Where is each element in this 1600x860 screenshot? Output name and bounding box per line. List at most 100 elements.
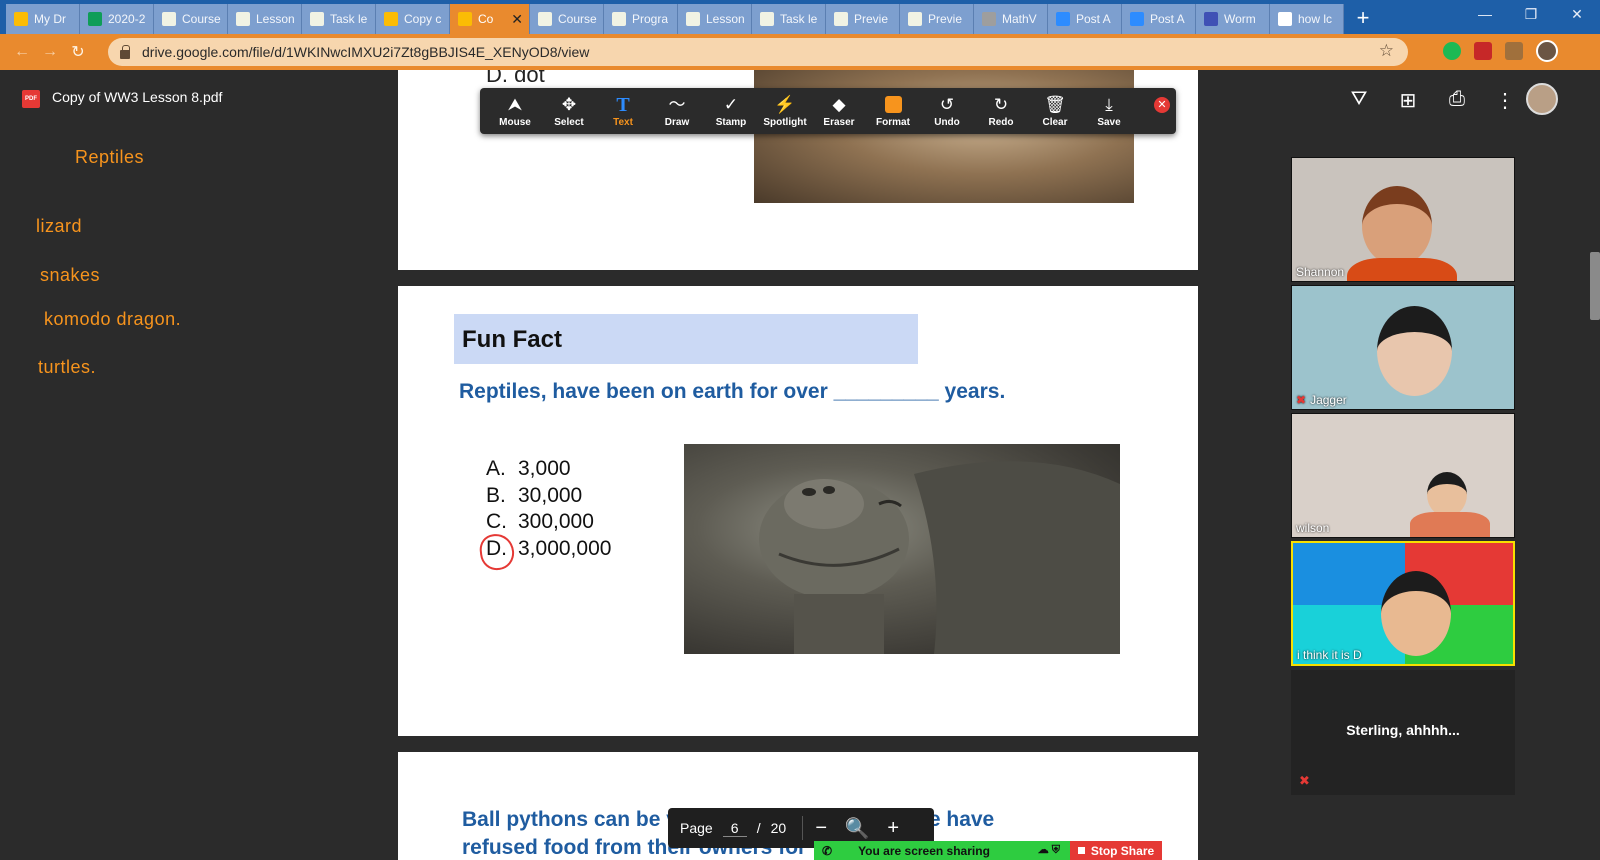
tool-format[interactable]: Format <box>866 88 920 134</box>
participant-tile-shannon[interactable]: Shannon <box>1291 157 1515 282</box>
minimize-icon[interactable]: — <box>1462 0 1508 30</box>
browser-tab[interactable]: Course <box>154 4 228 34</box>
add-comment-icon[interactable]: ⊞ <box>1395 88 1421 113</box>
participant-tile-active-speaker[interactable]: i think it is D <box>1291 541 1515 666</box>
scrollbar-thumb[interactable] <box>1590 252 1600 320</box>
stop-share-button[interactable]: Stop Share <box>1070 841 1162 860</box>
close-window-icon[interactable]: ✕ <box>1554 0 1600 30</box>
tool-clear[interactable]: 🗑 Clear <box>1028 88 1082 134</box>
browser-tab[interactable]: 2020-2 <box>80 4 154 34</box>
account-avatar[interactable] <box>1526 83 1558 115</box>
tab-favicon-icon <box>612 12 626 26</box>
back-icon[interactable]: ← <box>8 43 36 61</box>
tool-label: Eraser <box>823 116 855 128</box>
participant-tile-jagger[interactable]: ✖ Jagger <box>1291 285 1515 410</box>
browser-profile-avatar[interactable] <box>1536 40 1558 62</box>
page-total: 20 <box>770 820 787 836</box>
clear-icon: 🗑 <box>1044 94 1066 114</box>
browser-tab[interactable]: Task le <box>302 4 376 34</box>
more-options-icon[interactable]: ⋮ <box>1492 88 1518 113</box>
tool-text[interactable]: T Text <box>596 88 650 134</box>
bookmark-star-icon[interactable]: ☆ <box>1379 41 1394 61</box>
tortoise-illustration <box>759 461 1120 654</box>
extensions-puzzle-icon[interactable] <box>1505 42 1523 60</box>
page-label: Page <box>680 820 713 836</box>
fun-fact-banner: Fun Fact <box>454 314 918 364</box>
extension-green-icon[interactable] <box>1443 42 1461 60</box>
browser-tab[interactable]: Lesson <box>228 4 302 34</box>
tab-favicon-icon <box>88 12 102 26</box>
mouse-icon: ⮝ <box>507 94 523 114</box>
tool-save[interactable]: ⤓ Save <box>1082 88 1136 134</box>
tool-undo[interactable]: ↺ Undo <box>920 88 974 134</box>
participant-name: Sterling, ahhhh... <box>1346 722 1460 738</box>
tab-favicon-icon <box>982 12 996 26</box>
tab-favicon-icon <box>1056 12 1070 26</box>
share-status-icons: ☁ ⛨ <box>1037 844 1060 856</box>
url-field[interactable]: drive.google.com/file/d/1WKINwcIMXU2i7Zt… <box>108 38 1408 66</box>
restore-icon[interactable]: ❐ <box>1508 0 1554 30</box>
tab-title: Task le <box>780 12 818 26</box>
page-separator: / <box>756 820 761 836</box>
redo-icon: ↻ <box>993 94 1009 114</box>
browser-tab[interactable]: Task le <box>752 4 826 34</box>
note-heading: Reptiles <box>75 147 145 167</box>
zoom-magnifier-icon[interactable]: 🔍 <box>839 816 875 841</box>
tab-title: Lesson <box>706 12 745 26</box>
browser-tab[interactable]: how lc <box>1270 4 1344 34</box>
reload-icon[interactable]: ↻ <box>64 42 92 62</box>
tab-title: Post A <box>1076 12 1111 26</box>
tool-mouse[interactable]: ⮝ Mouse <box>488 88 542 134</box>
add-to-drive-icon[interactable]: ⛛ <box>1346 88 1372 111</box>
browser-tab[interactable]: Progra <box>604 4 678 34</box>
tab-favicon-icon <box>686 12 700 26</box>
screen-share-text: You are screen sharing <box>858 843 990 858</box>
browser-tab[interactable]: My Dr <box>6 4 80 34</box>
tab-favicon-icon <box>1278 12 1292 26</box>
zoom-in-icon[interactable]: + <box>875 817 911 840</box>
participant-shirt <box>1347 258 1457 281</box>
browser-tab[interactable]: MathV <box>974 4 1048 34</box>
participant-tile-sterling[interactable]: Sterling, ahhhh... ✖ <box>1291 670 1515 795</box>
tab-active[interactable]: Co ✕ <box>450 4 530 34</box>
stop-icon <box>1077 847 1085 854</box>
browser-tab-strip: My Dr 2020-2 Course Lesson Task le Copy c Co ✕ C… <box>0 0 1600 34</box>
new-tab-button[interactable]: + <box>1348 4 1378 34</box>
browser-tab[interactable]: Post A <box>1048 4 1122 34</box>
zoom-out-icon[interactable]: − <box>803 817 839 840</box>
tab-favicon-icon <box>458 12 472 26</box>
format-color-swatch <box>884 95 902 113</box>
tool-label: Save <box>1097 116 1121 128</box>
extension-red-icon[interactable] <box>1474 42 1492 60</box>
print-icon[interactable]: ⎙ <box>1444 88 1470 111</box>
forward-icon[interactable]: → <box>36 43 64 61</box>
participant-name: Shannon <box>1296 265 1345 279</box>
tool-stamp[interactable]: ✓ Stamp <box>704 88 758 134</box>
tool-eraser[interactable]: ◆ Eraser <box>812 88 866 134</box>
participant-tile-wilson[interactable]: wilson <box>1291 413 1515 538</box>
muted-mic-icon: ✖ <box>1296 393 1307 407</box>
tool-spotlight[interactable]: ⚡ Spotlight <box>758 88 812 134</box>
browser-tab[interactable]: Course <box>530 4 604 34</box>
tool-select[interactable]: ✥ Select <box>542 88 596 134</box>
tab-close-icon[interactable]: ✕ <box>511 11 523 28</box>
browser-tab[interactable]: Copy c <box>376 4 450 34</box>
tool-draw[interactable]: 〜 Draw <box>650 88 704 134</box>
page-number-input[interactable]: 6 <box>722 820 747 837</box>
close-toolbar-icon[interactable]: ✕ <box>1154 97 1170 113</box>
tab-title: Co <box>478 12 494 26</box>
note-item: turtles. <box>38 357 97 377</box>
browser-tab[interactable]: Previe <box>900 4 974 34</box>
browser-tab[interactable]: Post A <box>1122 4 1196 34</box>
browser-tab[interactable]: Worm <box>1196 4 1270 34</box>
browser-tab[interactable]: Previe <box>826 4 900 34</box>
url-text: drive.google.com/file/d/1WKINwcIMXU2i7Zt… <box>142 44 590 60</box>
tab-favicon-icon <box>834 12 848 26</box>
tab-title: Course <box>558 12 597 26</box>
annotation-toolbar: ⮝ Mouse ✥ Select T Text 〜 Draw ✓ Stamp ⚡ Spotlight ◆… <box>480 88 1176 134</box>
participant-video <box>1362 186 1432 266</box>
participant-shirt <box>1410 512 1490 537</box>
tool-redo[interactable]: ↻ Redo <box>974 88 1028 134</box>
browser-tab[interactable]: Lesson <box>678 4 752 34</box>
tool-label: Spotlight <box>763 116 807 128</box>
